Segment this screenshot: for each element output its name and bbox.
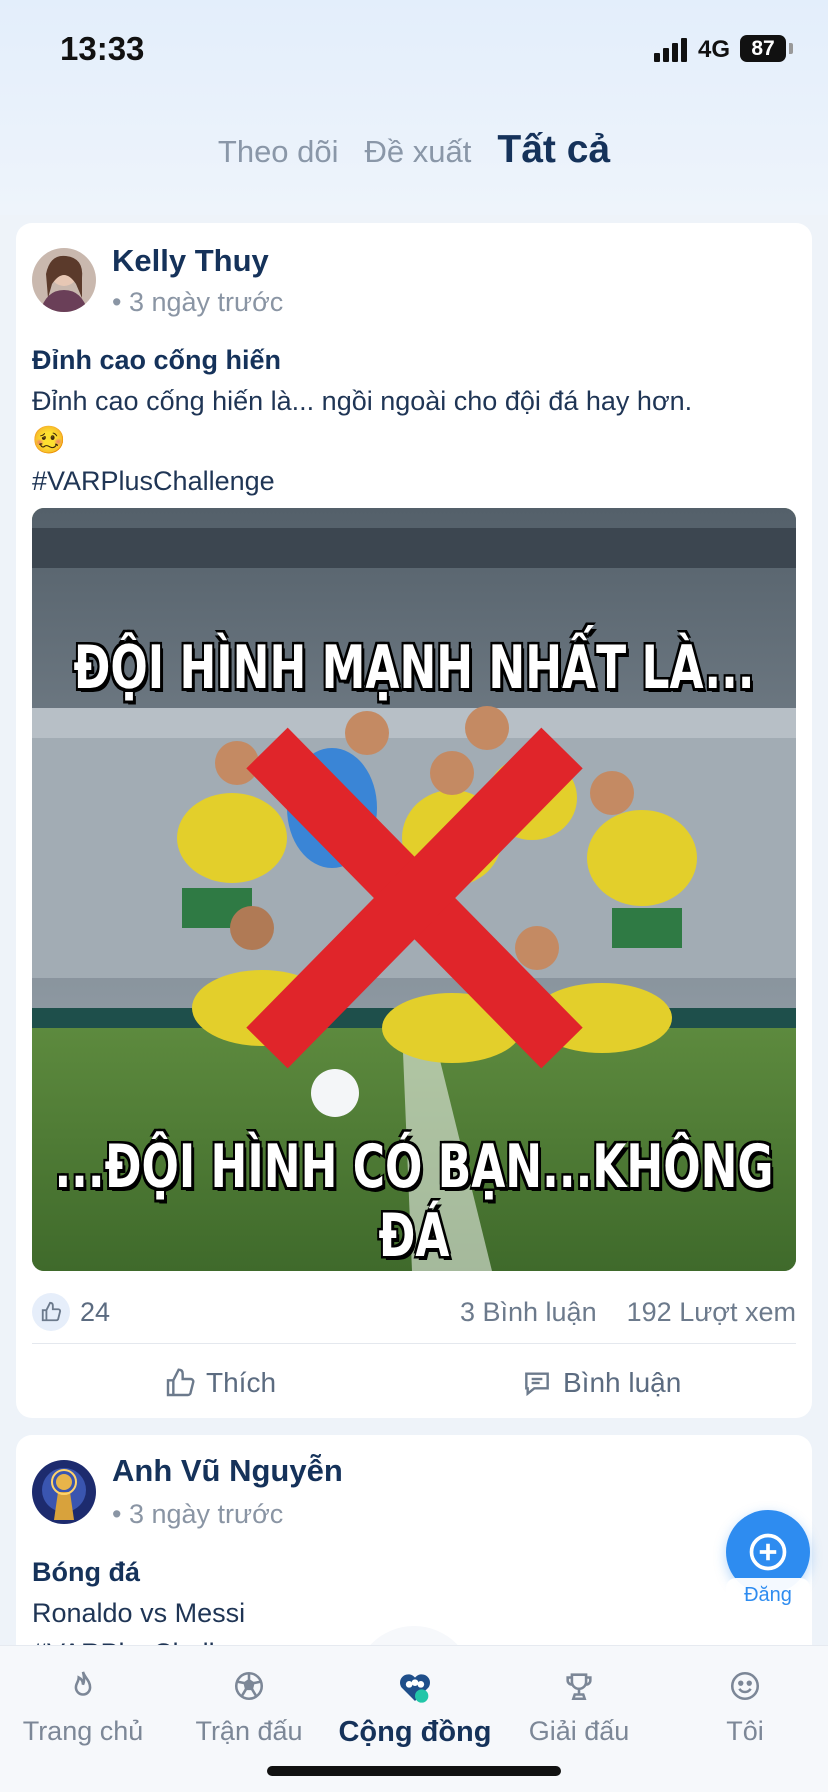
status-time: 13:33	[60, 30, 145, 67]
create-post-label[interactable]: Đăng	[726, 1578, 810, 1612]
like-count: 24	[80, 1297, 111, 1327]
soccer-ball-icon	[234, 1671, 264, 1701]
battery-icon: 87	[740, 35, 786, 62]
like-button-label: Thích	[206, 1367, 277, 1398]
nav-matches-label: Trận đấu	[195, 1716, 303, 1746]
post-author[interactable]: Anh Vũ Nguyễn	[112, 1453, 343, 1489]
post-image[interactable]: ĐỘI HÌNH MẠNH NHẤT LÀ... ...ĐỘI HÌNH CÓ …	[32, 508, 796, 1271]
avatar[interactable]	[32, 1460, 96, 1524]
post-title: Bóng đá	[32, 1557, 140, 1587]
plus-circle-icon	[749, 1533, 787, 1571]
post-stats: 24 3 Bình luận 192 Lượt xem	[32, 1291, 796, 1335]
post-title: Đỉnh cao cống hiến	[32, 345, 282, 375]
nav-profile[interactable]: Tôi	[662, 1666, 828, 1747]
network-type: 4G	[698, 36, 731, 63]
home-indicator[interactable]	[267, 1766, 561, 1776]
like-button[interactable]: Thích	[164, 1363, 276, 1403]
signal-icon	[654, 38, 690, 62]
post-author[interactable]: Kelly Thuy	[112, 243, 269, 279]
post-body: Đỉnh cao cống hiến là... ngồi ngoài cho …	[32, 381, 802, 501]
post-time: • 3 ngày trước	[112, 287, 284, 317]
smiley-icon	[730, 1671, 760, 1701]
comment-button[interactable]: Bình luận	[521, 1363, 681, 1403]
post-hashtag[interactable]: #VARPlusChallenge	[32, 461, 802, 501]
nav-tournaments-label: Giải đấu	[528, 1716, 630, 1746]
tab-following[interactable]: Theo dõi	[218, 134, 339, 170]
status-bar: 13:33 4G 87	[0, 0, 828, 100]
tab-suggested[interactable]: Đề xuất	[365, 134, 472, 170]
nav-tournaments[interactable]: Giải đấu	[496, 1666, 662, 1747]
nav-matches[interactable]: Trận đấu	[166, 1666, 332, 1747]
feed-tabs: Theo dõi Đề xuất Tất cả	[0, 128, 828, 188]
post-text: Đỉnh cao cống hiến là... ngồi ngoài cho …	[32, 386, 693, 416]
flame-icon	[74, 1671, 92, 1696]
nav-profile-label: Tôi	[726, 1716, 764, 1746]
divider	[32, 1343, 796, 1344]
like-count-icon	[32, 1293, 70, 1331]
image-caption-bottom: ...ĐỘI HÌNH CÓ BẠN...KHÔNG ĐÁ	[54, 1133, 774, 1271]
post-time: • 3 ngày trước	[112, 1499, 284, 1529]
post-card: Kelly Thuy • 3 ngày trước Đỉnh cao cống …	[16, 223, 812, 1418]
emoji: 🥴	[32, 425, 66, 456]
thumbs-up-icon	[166, 1368, 195, 1397]
image-caption-top: ĐỘI HÌNH MẠNH NHẤT LÀ...	[73, 634, 755, 703]
stats-right: 3 Bình luận 192 Lượt xem	[460, 1297, 796, 1328]
view-count: 192 Lượt xem	[626, 1297, 796, 1327]
comment-count[interactable]: 3 Bình luận	[460, 1297, 597, 1327]
nav-home[interactable]: Trang chủ	[0, 1666, 166, 1747]
community-icon	[400, 1674, 430, 1703]
nav-community[interactable]: Cộng đồng	[332, 1666, 498, 1749]
tab-all[interactable]: Tất cả	[497, 128, 610, 172]
nav-home-label: Trang chủ	[22, 1716, 144, 1746]
comment-button-label: Bình luận	[563, 1367, 682, 1398]
trophy-icon	[566, 1673, 592, 1701]
comment-icon	[525, 1372, 549, 1397]
nav-community-label: Cộng đồng	[338, 1716, 492, 1748]
avatar[interactable]	[32, 248, 96, 312]
